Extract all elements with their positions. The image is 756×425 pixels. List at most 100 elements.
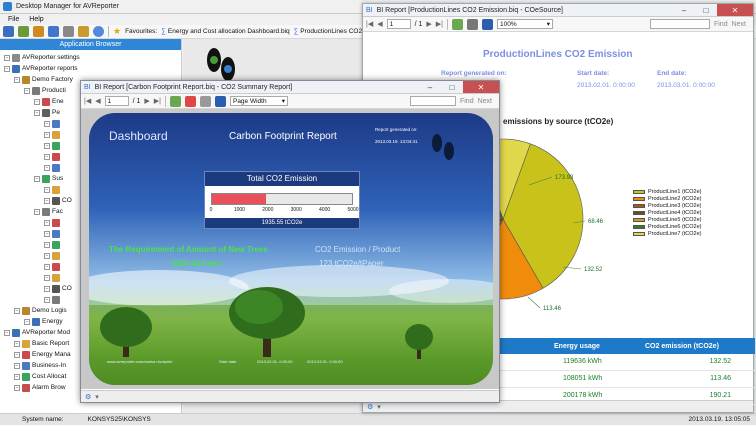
maximize-button[interactable]: □ [695, 4, 717, 16]
first-page-icon[interactable]: |◀ [366, 20, 373, 28]
gear-icon[interactable] [63, 26, 74, 37]
page-count: / 1 [414, 20, 423, 28]
favourite-item-label: Energy and Cost allocation Dashboard.biq [167, 28, 290, 35]
find-button[interactable]: Find [460, 98, 474, 105]
tree-item-label: Basic Report [32, 340, 70, 347]
refresh-icon[interactable] [169, 95, 181, 107]
expander-icon[interactable]: − [44, 285, 50, 292]
folder-icon [52, 273, 60, 282]
expander-icon[interactable]: − [14, 76, 20, 83]
carbon-window-title: BI Report [Carbon Footprint Report.biq -… [94, 83, 293, 91]
prev-page-icon[interactable]: ◀ [95, 97, 100, 105]
expander-icon[interactable]: − [34, 109, 40, 116]
save-icon[interactable] [481, 18, 493, 30]
zoom-select[interactable]: 100% ▾ [496, 19, 553, 29]
expander-icon[interactable]: − [34, 208, 40, 215]
close-button[interactable]: ✕ [717, 4, 753, 16]
folder-icon [52, 251, 60, 260]
expander-icon[interactable]: − [24, 87, 30, 94]
menu-file[interactable]: File [8, 16, 19, 23]
menu-help[interactable]: Help [29, 16, 43, 23]
expander-icon[interactable]: − [44, 241, 50, 248]
pie-data-label: 132.52 [584, 267, 603, 273]
save-icon[interactable] [214, 95, 226, 107]
expander-icon[interactable]: − [4, 65, 10, 72]
app-icon [3, 2, 12, 11]
expander-icon[interactable]: − [44, 230, 50, 237]
expander-icon[interactable]: − [14, 384, 20, 391]
lock-icon[interactable] [78, 26, 89, 37]
legend-item: ProductLine4 (tCO2e) [633, 209, 702, 216]
report-icon: ∑ [161, 28, 166, 35]
expander-icon[interactable]: − [14, 307, 20, 314]
maximize-button[interactable]: □ [441, 81, 463, 93]
expander-icon[interactable]: − [44, 186, 50, 193]
help-icon[interactable] [93, 26, 104, 37]
gauge-tick-label: 4000 [319, 207, 331, 213]
home-icon[interactable] [3, 26, 14, 37]
next-button[interactable]: Next [478, 98, 492, 105]
expander-icon[interactable]: − [44, 219, 50, 226]
expander-icon[interactable]: − [44, 296, 50, 303]
zoom-select[interactable]: Page Width ▾ [229, 96, 288, 106]
last-page-icon[interactable]: ▶| [436, 20, 443, 28]
next-page-icon[interactable]: ▶ [426, 20, 431, 28]
gear-icon[interactable]: ⚙ [85, 393, 91, 401]
gear-icon[interactable]: ⚙ [367, 403, 373, 411]
expander-icon[interactable]: − [14, 362, 20, 369]
users-icon[interactable] [48, 26, 59, 37]
expander-icon[interactable]: − [4, 329, 10, 336]
carbon-window-titlebar: BI BI Report [Carbon Footprint Report.bi… [81, 81, 499, 94]
expander-icon[interactable]: − [44, 164, 50, 171]
folder-icon [52, 262, 60, 271]
expander-icon[interactable]: − [24, 318, 30, 325]
print-icon[interactable] [466, 18, 478, 30]
chevron-down-icon[interactable]: ▾ [95, 393, 99, 401]
folder-icon [22, 306, 30, 315]
expander-icon[interactable]: − [34, 175, 40, 182]
folder-icon [52, 141, 60, 150]
minimize-button[interactable]: – [673, 4, 695, 16]
favourite-item-energy[interactable]: ∑ Energy and Cost allocation Dashboard.b… [161, 28, 289, 35]
find-input[interactable] [409, 96, 456, 106]
expander-icon[interactable]: − [44, 120, 50, 127]
chevron-down-icon[interactable]: ▾ [377, 403, 381, 411]
expander-icon[interactable]: − [44, 252, 50, 259]
grid-icon[interactable] [33, 26, 44, 37]
find-button[interactable]: Find [714, 21, 728, 28]
expander-icon[interactable]: − [34, 98, 40, 105]
expander-icon[interactable]: − [44, 142, 50, 149]
last-page-icon[interactable]: ▶| [154, 97, 161, 105]
tree-item[interactable]: − AVReporter reports [0, 63, 181, 74]
expander-icon[interactable]: − [44, 197, 50, 204]
page-input[interactable]: 1 [386, 19, 411, 29]
folder-icon [52, 163, 60, 172]
next-button[interactable]: Next [732, 21, 746, 28]
page-input[interactable]: 1 [104, 96, 129, 106]
first-page-icon[interactable]: |◀ [84, 97, 91, 105]
export-icon[interactable] [199, 95, 211, 107]
prev-page-icon[interactable]: ◀ [377, 20, 382, 28]
refresh-icon[interactable] [451, 18, 463, 30]
expander-icon[interactable]: − [4, 54, 10, 61]
close-button[interactable]: ✕ [463, 81, 499, 93]
expander-icon[interactable]: − [14, 340, 20, 347]
expander-icon[interactable]: − [44, 131, 50, 138]
pie-data-label: 113.46 [543, 306, 562, 312]
minimize-button[interactable]: – [419, 81, 441, 93]
print-icon[interactable] [184, 95, 196, 107]
find-input[interactable] [649, 19, 710, 29]
expander-icon[interactable]: − [44, 274, 50, 281]
tree-item-label: Demo Factory [32, 76, 73, 83]
expander-icon[interactable]: − [44, 263, 50, 270]
dashboard-card: Dashboard Carbon Footprint Report Report… [89, 113, 493, 385]
tree-item[interactable]: − AVReporter settings [0, 52, 181, 63]
co2-product-value: 123 tCO2e/tPaper [319, 259, 384, 268]
tree-icon[interactable] [18, 26, 29, 37]
expander-icon[interactable]: − [44, 153, 50, 160]
next-page-icon[interactable]: ▶ [144, 97, 149, 105]
expander-icon[interactable]: − [14, 351, 20, 358]
gauge-tick-label: 0 [209, 207, 213, 213]
tree-item-label: Demo Logis [32, 307, 67, 314]
expander-icon[interactable]: − [14, 373, 20, 380]
